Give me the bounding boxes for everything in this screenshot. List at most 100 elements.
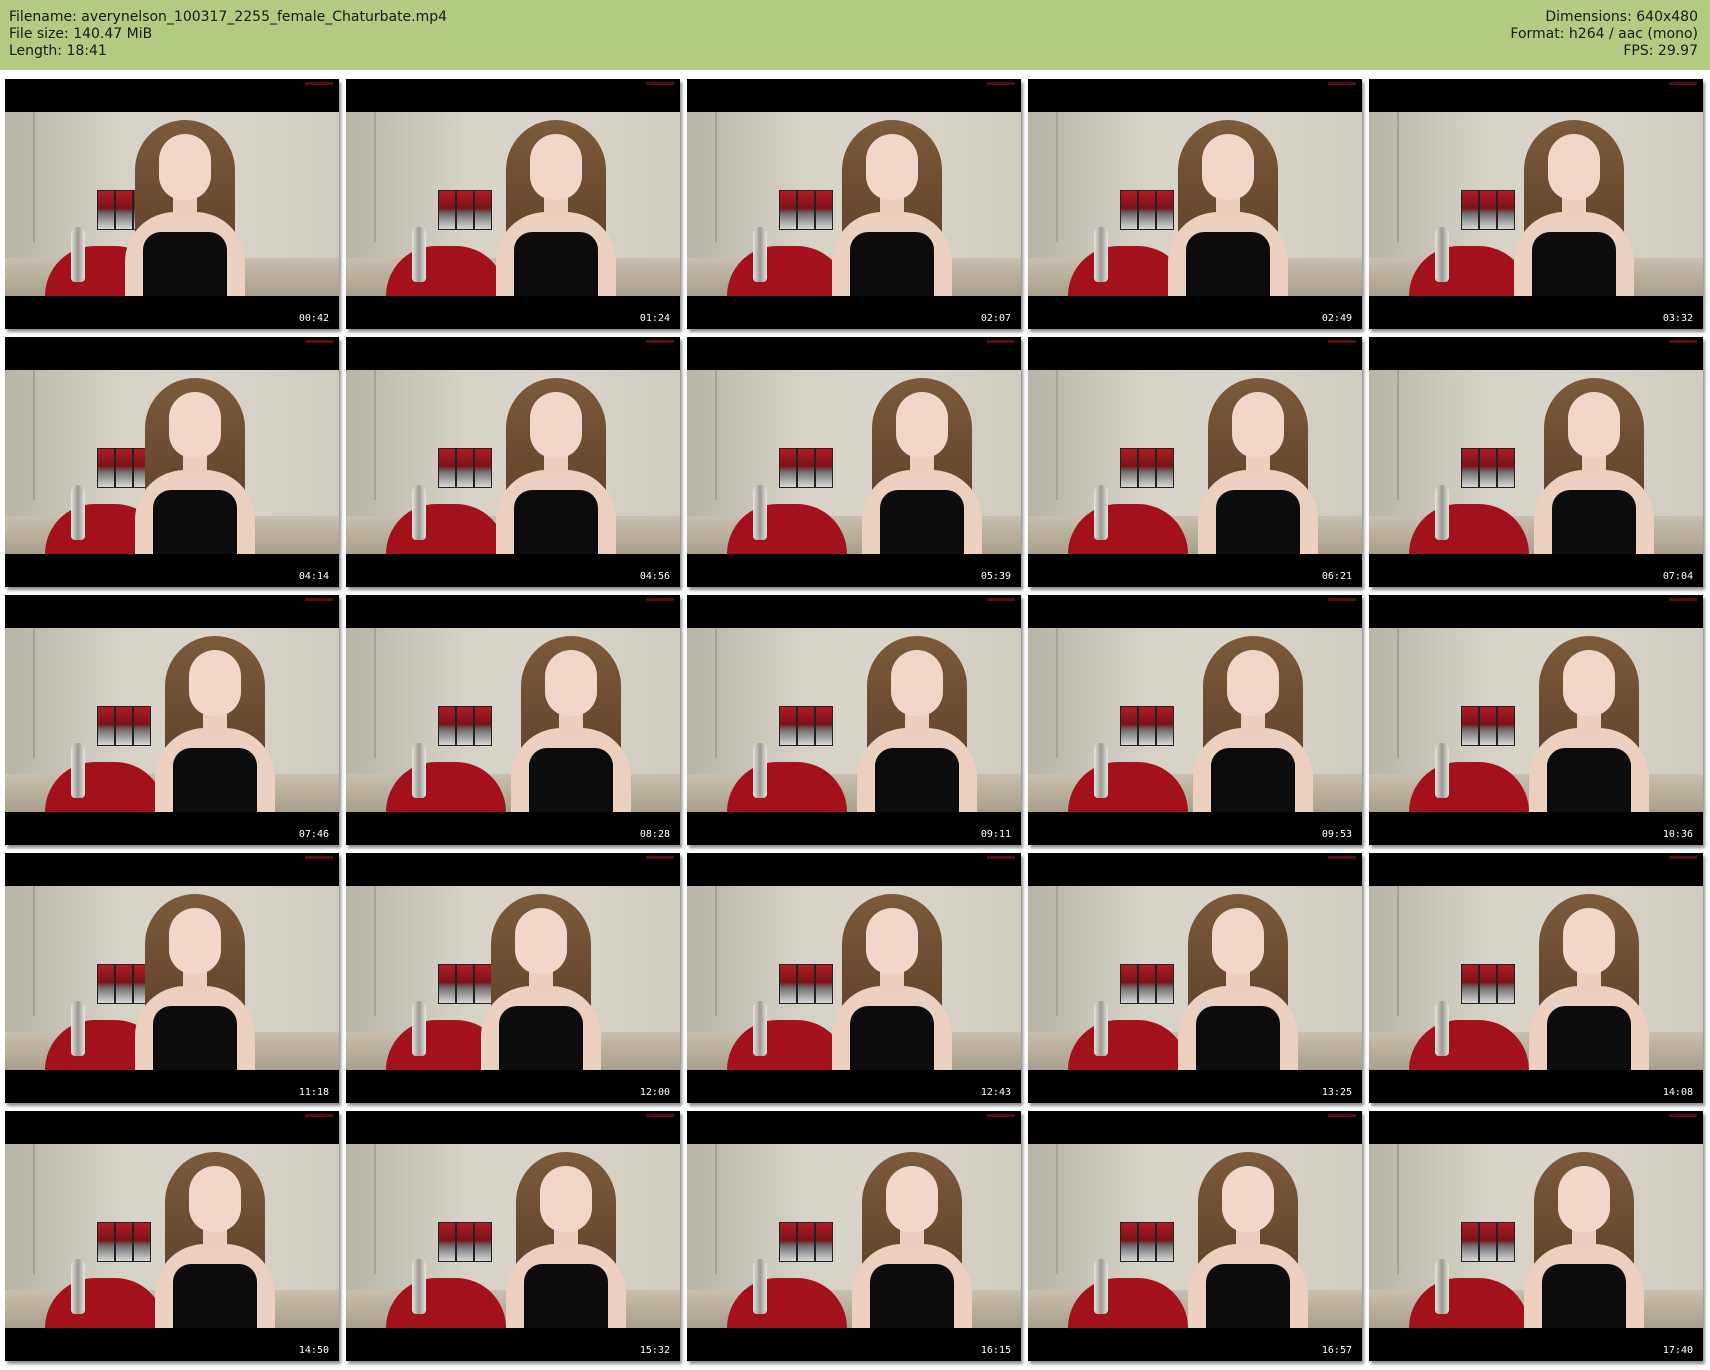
frame-image: [687, 370, 1021, 554]
frame-image: [346, 628, 680, 812]
length-text: Length: 18:41: [9, 43, 107, 59]
video-thumbnail[interactable]: 15:32: [346, 1111, 680, 1361]
overlay-mark: [1669, 598, 1697, 601]
thumbnail-timestamp: 16:57: [1321, 1345, 1352, 1356]
thumbnail-timestamp: 13:25: [1321, 1087, 1352, 1098]
thumbnail-timestamp: 01:24: [639, 313, 670, 324]
overlay-mark: [1328, 340, 1356, 343]
file-info-left: Filename: averynelson_100317_2255_female…: [9, 9, 447, 60]
frame-image: [5, 1144, 339, 1328]
thumbnail-timestamp: 10:36: [1662, 829, 1693, 840]
frame-image: [687, 1144, 1021, 1328]
frame-image: [687, 628, 1021, 812]
overlay-mark: [1328, 82, 1356, 85]
frame-image: [1369, 886, 1703, 1070]
frame-image: [1369, 112, 1703, 296]
overlay-mark: [646, 856, 674, 859]
thumbnail-timestamp: 09:11: [980, 829, 1011, 840]
overlay-mark: [1328, 856, 1356, 859]
filename-text: Filename: averynelson_100317_2255_female…: [9, 9, 448, 25]
video-thumbnail[interactable]: 16:15: [687, 1111, 1021, 1361]
video-thumbnail[interactable]: 03:32: [1369, 79, 1703, 329]
thumbnail-timestamp: 15:32: [639, 1345, 670, 1356]
video-thumbnail[interactable]: 02:07: [687, 79, 1021, 329]
thumbnail-grid: 00:42 01:24 02:07 02:49 03:32 04:14 04:56 05:39…: [5, 79, 1703, 1361]
frame-image: [687, 112, 1021, 296]
video-thumbnail[interactable]: 10:36: [1369, 595, 1703, 845]
thumbnail-timestamp: 03:32: [1662, 313, 1693, 324]
frame-image: [687, 886, 1021, 1070]
overlay-mark: [1669, 82, 1697, 85]
fps-text: FPS: 29.97: [1623, 43, 1698, 59]
video-thumbnail[interactable]: 13:25: [1028, 853, 1362, 1103]
video-thumbnail[interactable]: 08:28: [346, 595, 680, 845]
frame-image: [1028, 628, 1362, 812]
overlay-mark: [987, 82, 1015, 85]
filesize-text: File size: 140.47 MiB: [9, 26, 153, 42]
thumbnail-timestamp: 02:49: [1321, 313, 1352, 324]
frame-image: [5, 886, 339, 1070]
video-thumbnail[interactable]: 04:56: [346, 337, 680, 587]
thumbnail-timestamp: 11:18: [298, 1087, 329, 1098]
video-thumbnail[interactable]: 01:24: [346, 79, 680, 329]
overlay-mark: [646, 598, 674, 601]
thumbnail-timestamp: 12:00: [639, 1087, 670, 1098]
video-thumbnail[interactable]: 12:43: [687, 853, 1021, 1103]
frame-image: [346, 886, 680, 1070]
frame-image: [1369, 1144, 1703, 1328]
thumbnail-timestamp: 12:43: [980, 1087, 1011, 1098]
video-thumbnail[interactable]: 04:14: [5, 337, 339, 587]
frame-image: [1028, 1144, 1362, 1328]
video-thumbnail[interactable]: 00:42: [5, 79, 339, 329]
video-thumbnail[interactable]: 17:40: [1369, 1111, 1703, 1361]
frame-image: [5, 112, 339, 296]
video-thumbnail[interactable]: 07:04: [1369, 337, 1703, 587]
video-thumbnail[interactable]: 07:46: [5, 595, 339, 845]
video-thumbnail[interactable]: 06:21: [1028, 337, 1362, 587]
thumbnail-timestamp: 06:21: [1321, 571, 1352, 582]
video-thumbnail[interactable]: 16:57: [1028, 1111, 1362, 1361]
frame-image: [346, 1144, 680, 1328]
thumbnail-timestamp: 17:40: [1662, 1345, 1693, 1356]
video-thumbnail[interactable]: 05:39: [687, 337, 1021, 587]
video-thumbnail[interactable]: 09:53: [1028, 595, 1362, 845]
thumbnail-timestamp: 14:08: [1662, 1087, 1693, 1098]
thumbnail-timestamp: 16:15: [980, 1345, 1011, 1356]
frame-image: [1028, 112, 1362, 296]
overlay-mark: [1328, 598, 1356, 601]
frame-image: [1369, 370, 1703, 554]
thumbnail-timestamp: 07:04: [1662, 571, 1693, 582]
overlay-mark: [646, 1114, 674, 1117]
frame-image: [5, 628, 339, 812]
video-thumbnail[interactable]: 11:18: [5, 853, 339, 1103]
thumbnail-timestamp: 08:28: [639, 829, 670, 840]
overlay-mark: [987, 1114, 1015, 1117]
video-thumbnail[interactable]: 12:00: [346, 853, 680, 1103]
video-thumbnail[interactable]: 02:49: [1028, 79, 1362, 329]
overlay-mark: [1669, 1114, 1697, 1117]
thumbnail-timestamp: 00:42: [298, 313, 329, 324]
video-thumbnail[interactable]: 14:08: [1369, 853, 1703, 1103]
thumbnail-timestamp: 04:14: [298, 571, 329, 582]
overlay-mark: [1328, 1114, 1356, 1117]
overlay-mark: [646, 340, 674, 343]
video-thumbnail[interactable]: 14:50: [5, 1111, 339, 1361]
frame-image: [1369, 628, 1703, 812]
dimensions-text: Dimensions: 640x480: [1545, 9, 1698, 25]
thumbnail-timestamp: 05:39: [980, 571, 1011, 582]
frame-image: [1028, 370, 1362, 554]
thumbnail-timestamp: 07:46: [298, 829, 329, 840]
frame-image: [346, 112, 680, 296]
overlay-mark: [646, 82, 674, 85]
thumbnail-timestamp: 09:53: [1321, 829, 1352, 840]
format-text: Format: h264 / aac (mono): [1510, 26, 1698, 42]
overlay-mark: [305, 856, 333, 859]
thumbnail-timestamp: 14:50: [298, 1345, 329, 1356]
frame-image: [346, 370, 680, 554]
file-info-right: Dimensions: 640x480 Format: h264 / aac (…: [1510, 9, 1698, 60]
video-thumbnail[interactable]: 09:11: [687, 595, 1021, 845]
overlay-mark: [987, 856, 1015, 859]
frame-image: [1028, 886, 1362, 1070]
overlay-mark: [1669, 856, 1697, 859]
overlay-mark: [305, 340, 333, 343]
